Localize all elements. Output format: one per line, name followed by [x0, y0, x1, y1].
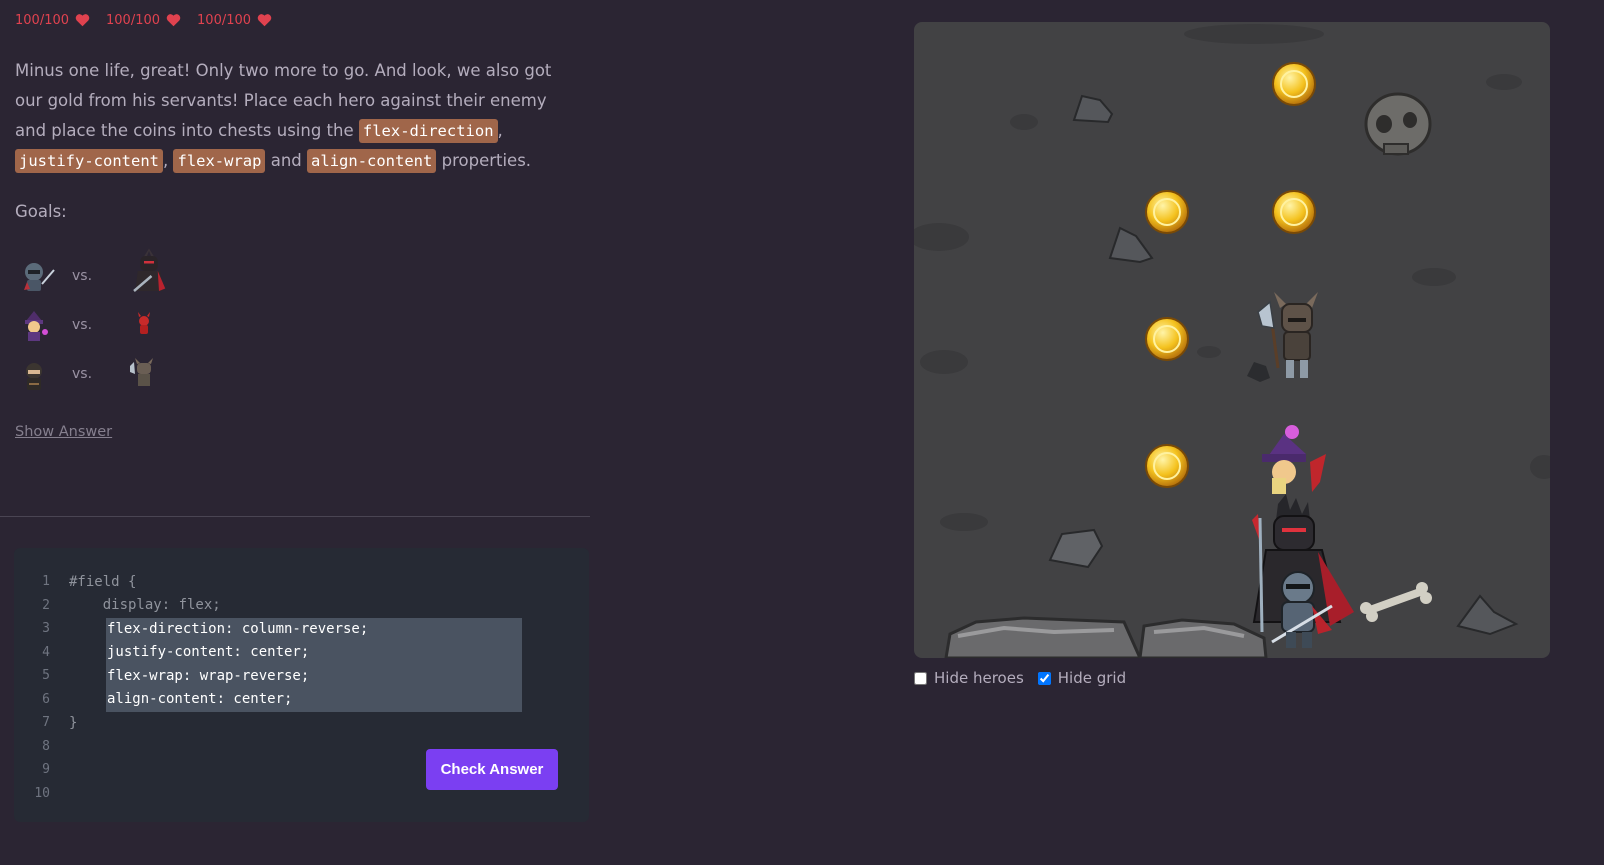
- hide-heroes-toggle[interactable]: Hide heroes: [914, 669, 1024, 687]
- lives-bar: 100/100 100/100 100/100: [15, 10, 272, 30]
- goal-row: vs.: [18, 248, 174, 298]
- field-scene: [914, 24, 1550, 658]
- instructions-separator: ,: [162, 151, 174, 170]
- life-label: 100/100: [106, 12, 161, 28]
- skull-icon: [1364, 92, 1432, 156]
- keyword-align-content: align-content: [307, 149, 437, 173]
- line-number: 8: [42, 738, 50, 754]
- coin-icon: [1145, 317, 1189, 361]
- coin-icon: [1145, 444, 1189, 488]
- knight-hero-icon: [24, 263, 55, 291]
- code-line: 8: [14, 735, 69, 759]
- ground-shadow: [940, 513, 988, 531]
- rock-icon: [1456, 594, 1519, 636]
- rock-icon: [1108, 226, 1154, 264]
- hide-grid-toggle[interactable]: Hide grid: [1037, 669, 1127, 687]
- show-answer-link[interactable]: Show Answer: [15, 424, 112, 440]
- bone-icon: [1360, 582, 1432, 622]
- instructions-text: properties.: [436, 151, 532, 170]
- line-number: 2: [42, 597, 50, 613]
- coin-icon: [1272, 62, 1316, 106]
- rock-icon: [1048, 528, 1104, 569]
- ground-shadow: [914, 223, 969, 251]
- ground-shadow: [920, 350, 968, 374]
- code-line: 6: [14, 688, 69, 712]
- code-editor: 1 #field { 2 display: flex; 3 4 5 6 7} 8 …: [14, 548, 589, 822]
- heart-icon: [75, 14, 90, 27]
- life-label: 100/100: [197, 12, 252, 28]
- code-input-line[interactable]: flex-direction: column-reverse;: [107, 617, 368, 641]
- life-label: 100/100: [15, 12, 70, 28]
- hide-heroes-checkbox[interactable]: [914, 671, 927, 685]
- life-counter: 100/100: [15, 10, 90, 30]
- line-number: 10: [34, 785, 50, 801]
- wizard-hero-icon: [25, 311, 48, 341]
- instructions-separator: and: [265, 151, 308, 170]
- level-instructions: Minus one life, great! Only two more to …: [15, 56, 575, 176]
- keyword-justify-content: justify-content: [15, 149, 163, 173]
- code-text: display: flex;: [69, 597, 221, 614]
- game-field: [914, 22, 1550, 658]
- goal-row: vs.: [18, 352, 164, 396]
- check-answer-button[interactable]: Check Answer: [426, 749, 558, 790]
- display-toggles: Hide heroes Hide grid: [914, 668, 1126, 688]
- ground-shadow: [1197, 346, 1221, 358]
- heart-icon: [257, 14, 272, 27]
- code-line: 4: [14, 641, 69, 665]
- versus-label: vs.: [72, 268, 93, 284]
- hide-grid-label: Hide grid: [1057, 669, 1127, 687]
- code-input-line[interactable]: justify-content: center;: [107, 641, 309, 665]
- ground-shadow: [1184, 24, 1324, 44]
- line-number: 5: [42, 668, 50, 684]
- coin-icon: [1272, 190, 1316, 234]
- instructions-separator: ,: [497, 121, 503, 140]
- divider: [0, 516, 590, 517]
- axe-knight-enemy-icon: [130, 358, 153, 386]
- hide-heroes-label: Hide heroes: [934, 669, 1024, 687]
- code-input-line[interactable]: flex-wrap: wrap-reverse;: [107, 664, 309, 688]
- ground-shadow: [1412, 268, 1456, 286]
- rogue-hero-icon: [26, 363, 42, 390]
- goals-title: Goals:: [15, 202, 67, 221]
- code-input-line[interactable]: align-content: center;: [107, 688, 292, 712]
- coin-icon: [1145, 190, 1189, 234]
- life-counter: 100/100: [106, 10, 181, 30]
- line-number: 7: [42, 715, 50, 731]
- code-line: 7}: [14, 711, 77, 735]
- code-line: 10: [14, 782, 69, 806]
- stone-ledge: [944, 616, 1268, 658]
- versus-label: vs.: [72, 317, 93, 333]
- keyword-flex-wrap: flex-wrap: [173, 149, 266, 173]
- rock-icon: [1072, 94, 1114, 124]
- goal-row: vs.: [18, 303, 164, 347]
- ground-shadow: [1010, 114, 1038, 130]
- wizard-icon: [1262, 425, 1326, 494]
- hide-grid-checkbox[interactable]: [1037, 671, 1051, 685]
- versus-label: vs.: [72, 366, 93, 382]
- life-counter: 100/100: [197, 10, 272, 30]
- dark-lord-enemy-icon: [133, 248, 166, 292]
- line-number: 6: [42, 691, 50, 707]
- keyword-flex-direction: flex-direction: [358, 119, 498, 143]
- line-number: 9: [42, 762, 50, 778]
- code-text: }: [69, 714, 78, 731]
- code-line: 3: [14, 617, 69, 641]
- code-line: 2 display: flex;: [14, 594, 221, 618]
- code-line: 1 #field {: [14, 570, 136, 594]
- line-number: 3: [42, 621, 50, 637]
- line-number: 4: [42, 644, 50, 660]
- code-text: #field {: [69, 573, 137, 590]
- rock-icon: [1247, 362, 1270, 382]
- ground-shadow: [1530, 455, 1550, 479]
- ground-shadow: [1486, 74, 1522, 90]
- imp-enemy-icon: [138, 312, 150, 334]
- heart-icon: [166, 14, 181, 27]
- line-number: 1: [42, 574, 50, 590]
- axe-knight-icon: [1257, 292, 1318, 378]
- code-line: 9: [14, 758, 69, 782]
- code-line: 5: [14, 664, 69, 688]
